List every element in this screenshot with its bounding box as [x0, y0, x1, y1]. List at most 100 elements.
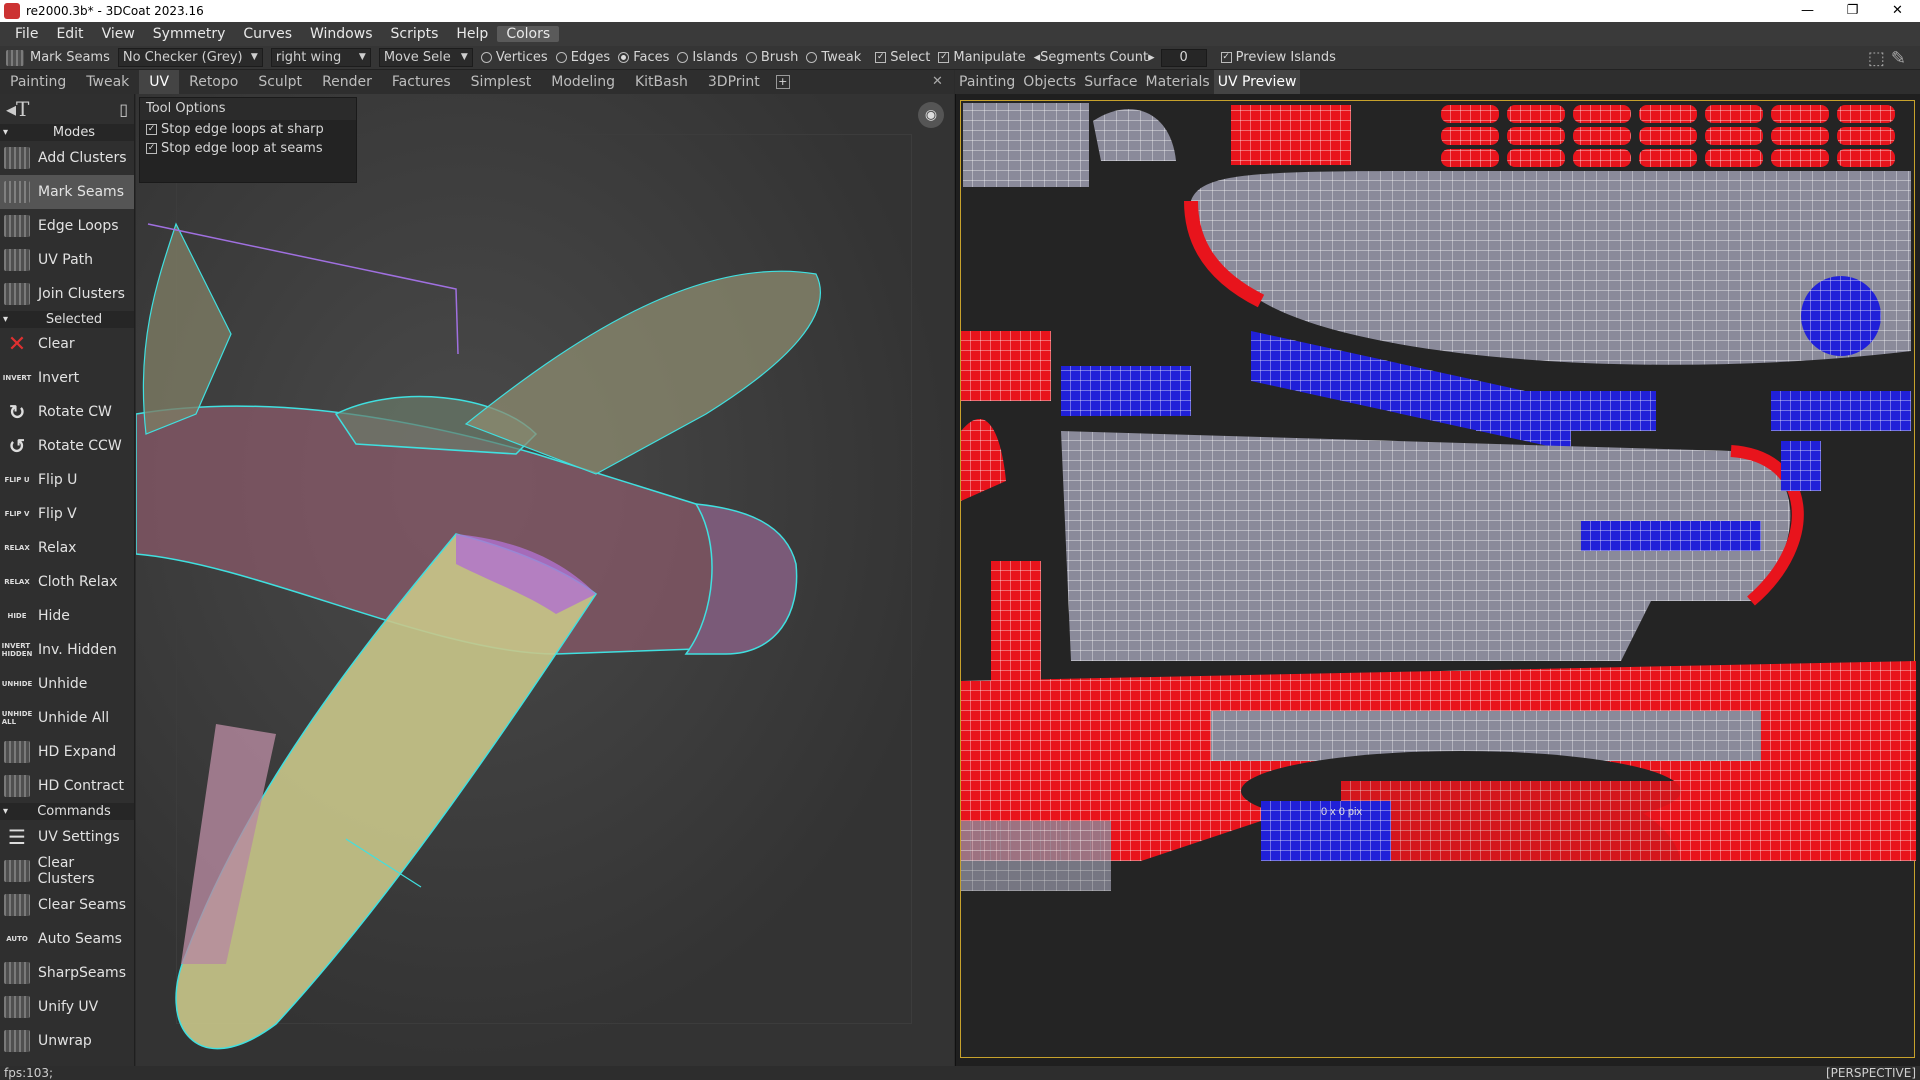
tab-kitbash[interactable]: KitBash: [625, 70, 698, 94]
sidebar-item-unhide-all[interactable]: UNHIDE ALL Unhide All: [0, 701, 134, 735]
segments-count-input[interactable]: 0: [1160, 48, 1207, 67]
tool-option-stop-edge-loops-at-sharp[interactable]: ✓ Stop edge loops at sharp: [140, 120, 356, 139]
uv-island[interactable]: [1639, 127, 1697, 145]
uv-island[interactable]: [1771, 149, 1829, 167]
menu-view[interactable]: View: [93, 26, 144, 42]
tab-factures[interactable]: Factures: [382, 70, 461, 94]
panel-icon[interactable]: ⬚: [1868, 48, 1885, 69]
segments-count-control[interactable]: ◂ Segments Count ▸ 0: [1034, 48, 1207, 67]
menu-file[interactable]: File: [6, 26, 47, 42]
menu-symmetry[interactable]: Symmetry: [144, 26, 235, 42]
tab-materials[interactable]: Materials: [1142, 70, 1214, 94]
sidebar-item-flip-v[interactable]: FLIP V Flip V: [0, 497, 134, 531]
sidebar-item-unwrap[interactable]: Unwrap: [0, 1024, 134, 1058]
checkbox-manipulate[interactable]: ✓ Manipulate: [938, 50, 1026, 65]
radio-brush[interactable]: Brush: [745, 50, 798, 65]
uv-island[interactable]: [1837, 105, 1895, 123]
minimize-button[interactable]: —: [1785, 0, 1830, 22]
sidebar-item-cloth-relax[interactable]: RELAX Cloth Relax: [0, 565, 134, 599]
uv-preview-canvas[interactable]: 0 x 0 pix: [960, 100, 1916, 1059]
sidebar-item-unhide[interactable]: UNHIDE Unhide: [0, 667, 134, 701]
tab-surface[interactable]: Surface: [1080, 70, 1141, 94]
uv-islands[interactable]: 0 x 0 pix: [961, 101, 1916, 1059]
uv-island[interactable]: [1441, 149, 1499, 167]
text-tool-icon[interactable]: ◂T: [6, 97, 29, 121]
tab-tweak[interactable]: Tweak: [76, 70, 139, 94]
sidebar-item-sharpseams[interactable]: SharpSeams: [0, 956, 134, 990]
uv-island[interactable]: [1771, 127, 1829, 145]
tab-render[interactable]: Render: [312, 70, 382, 94]
sidebar-item-unify-uv[interactable]: Unify UV: [0, 990, 134, 1024]
tab-objects[interactable]: Objects: [1019, 70, 1080, 94]
tab-3dprint[interactable]: 3DPrint: [698, 70, 770, 94]
sidebar-item-auto-seams[interactable]: AUTO Auto Seams: [0, 922, 134, 956]
move-dropdown[interactable]: Move Sele ▼: [378, 48, 473, 67]
sidebar-item-inv-hidden[interactable]: INVERT HIDDEN Inv. Hidden: [0, 633, 134, 667]
uv-island[interactable]: [1639, 149, 1697, 167]
uv-island[interactable]: [1573, 105, 1631, 123]
radio-tweak[interactable]: Tweak: [806, 50, 861, 65]
menu-colors[interactable]: Colors: [497, 26, 560, 42]
uv-island[interactable]: [1507, 105, 1565, 123]
3d-viewport[interactable]: ◉: [136, 94, 954, 1066]
tab-uv[interactable]: UV: [139, 70, 180, 94]
uv-island[interactable]: [1507, 149, 1565, 167]
sidebar-item-join-clusters[interactable]: Join Clusters: [0, 277, 134, 311]
sidebar-item-mark-seams[interactable]: Mark Seams: [0, 175, 134, 209]
menu-windows[interactable]: Windows: [301, 26, 382, 42]
uv-island[interactable]: [1507, 127, 1565, 145]
menu-curves[interactable]: Curves: [234, 26, 301, 42]
selected-section-header[interactable]: Selected: [0, 311, 134, 328]
uv-island[interactable]: [1441, 127, 1499, 145]
modes-section-header[interactable]: Modes: [0, 124, 134, 141]
radio-islands[interactable]: Islands: [677, 50, 738, 65]
uv-island[interactable]: [1441, 105, 1499, 123]
tool-option-stop-edge-loop-at-seams[interactable]: ✓ Stop edge loop at seams: [140, 139, 356, 158]
sidebar-item-hide[interactable]: HIDE Hide: [0, 599, 134, 633]
add-room-icon[interactable]: +: [775, 75, 790, 89]
tab-simplest[interactable]: Simplest: [461, 70, 542, 94]
sidebar-item-edge-loops[interactable]: Edge Loops: [0, 209, 134, 243]
sidebar-item-relax[interactable]: RELAX Relax: [0, 531, 134, 565]
sidebar-item-clear-seams[interactable]: Clear Seams: [0, 888, 134, 922]
uv-island[interactable]: [1573, 149, 1631, 167]
menu-edit[interactable]: Edit: [47, 26, 92, 42]
tab-painting[interactable]: Painting: [0, 70, 76, 94]
menu-scripts[interactable]: Scripts: [382, 26, 448, 42]
sidebar-item-rotate-ccw[interactable]: ↺ Rotate CCW: [0, 429, 134, 463]
checker-dropdown[interactable]: No Checker (Grey) ▼: [117, 48, 263, 67]
radio-faces[interactable]: Faces: [618, 50, 669, 65]
tab-painting[interactable]: Painting: [955, 70, 1019, 94]
tab-modeling[interactable]: Modeling: [541, 70, 625, 94]
tab-retopo[interactable]: Retopo: [179, 70, 248, 94]
uv-island[interactable]: [1837, 149, 1895, 167]
sidebar-item-clear[interactable]: ✕ Clear: [0, 327, 134, 361]
uv-island[interactable]: [1837, 127, 1895, 145]
tab-uv-preview[interactable]: UV Preview: [1213, 70, 1301, 94]
brush-pen-icon[interactable]: ✎: [1891, 48, 1906, 69]
preview-islands-checkbox[interactable]: ✓: [1220, 52, 1232, 63]
radio-edges[interactable]: Edges: [555, 50, 610, 65]
increase-arrow-icon[interactable]: ▸: [1148, 50, 1155, 65]
sidebar-item-invert[interactable]: INVERT Invert: [0, 361, 134, 395]
object-dropdown[interactable]: right wing ▼: [270, 48, 371, 67]
sidebar-item-uv-path[interactable]: UV Path: [0, 243, 134, 277]
uv-island[interactable]: [1705, 105, 1763, 123]
airplane-model[interactable]: [136, 94, 954, 1066]
sidebar-item-add-clusters[interactable]: Add Clusters: [0, 141, 134, 175]
sidebar-item-hd-contract[interactable]: HD Contract: [0, 769, 134, 803]
panel-toggle-icon[interactable]: ▯: [119, 100, 128, 119]
uv-island[interactable]: [1771, 105, 1829, 123]
tab-sculpt[interactable]: Sculpt: [248, 70, 312, 94]
close-icon[interactable]: ✕: [932, 74, 943, 89]
uv-island[interactable]: [1705, 149, 1763, 167]
commands-section-header[interactable]: Commands: [0, 803, 134, 820]
radio-vertices[interactable]: Vertices: [480, 50, 548, 65]
sidebar-item-rotate-cw[interactable]: ↻ Rotate CW: [0, 395, 134, 429]
sidebar-item-clear-clusters[interactable]: Clear Clusters: [0, 854, 134, 888]
sidebar-item-hd-expand[interactable]: HD Expand: [0, 735, 134, 769]
uv-island[interactable]: [1705, 127, 1763, 145]
close-button[interactable]: ✕: [1875, 0, 1920, 22]
sidebar-item-uv-settings[interactable]: ☰ UV Settings: [0, 820, 134, 854]
menu-help[interactable]: Help: [447, 26, 497, 42]
